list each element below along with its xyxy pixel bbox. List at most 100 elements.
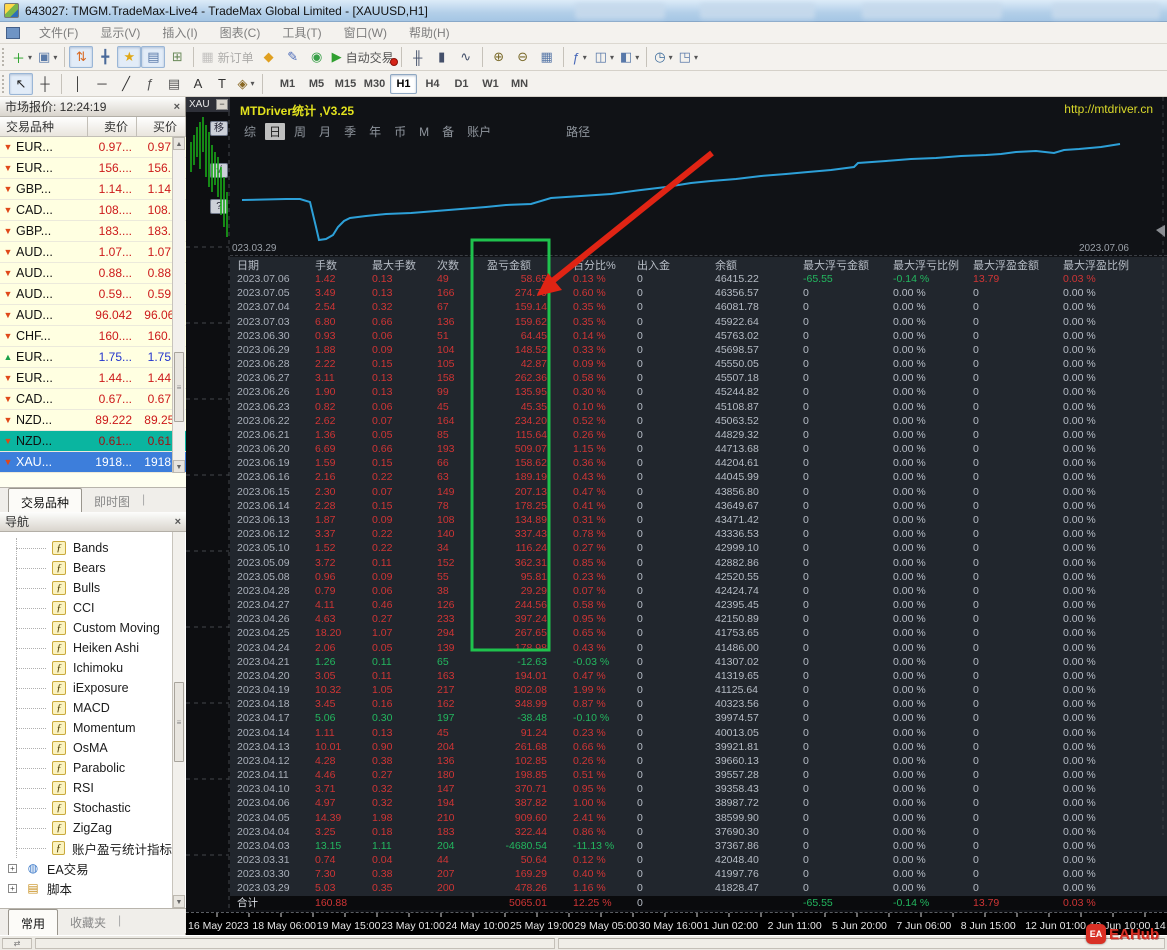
navigator-group-script[interactable]: + ▤ 脚本	[0, 878, 172, 898]
navigator-scrollbar[interactable]: ≡ ▼	[172, 532, 185, 908]
channel-tool-button[interactable]: ▤	[162, 73, 186, 95]
timeframe-mn[interactable]: MN	[506, 74, 533, 94]
navigator-indicator[interactable]: ƒ OsMA	[0, 738, 172, 758]
vertical-line-tool-button[interactable]: │	[66, 73, 90, 95]
menu-item[interactable]: 插入(I)	[151, 26, 208, 40]
terminal-toggle-button[interactable]: ▤	[141, 46, 166, 68]
expand-icon[interactable]: +	[8, 863, 17, 873]
indicator-button-move[interactable]: 移	[210, 121, 228, 136]
metaeditor-button[interactable]: ✎	[281, 46, 305, 68]
column-header-0[interactable]: 交易品种	[0, 117, 88, 137]
new-chart-button[interactable]: ＋ ▾	[9, 46, 35, 68]
data-window-button[interactable]: ╋	[93, 46, 117, 68]
scrollbar-thumb[interactable]: ≡	[174, 682, 184, 762]
timeframe-w1[interactable]: W1	[477, 74, 504, 94]
timeframe-m5[interactable]: M5	[303, 74, 330, 94]
navigator-indicator[interactable]: ƒ Bears	[0, 558, 172, 578]
autotrading-button[interactable]: ▶ 自动交易	[329, 46, 398, 68]
period-button-币[interactable]: 币	[390, 123, 410, 140]
indicator-button-check[interactable]: √	[210, 163, 228, 178]
strategy-tester-button[interactable]: ⊞	[165, 46, 189, 68]
period-button-账户[interactable]: 账户	[463, 123, 495, 140]
scroll-down-icon[interactable]: ▼	[173, 895, 185, 908]
chart-line-button[interactable]: ∿	[454, 46, 478, 68]
menu-item[interactable]: 图表(C)	[209, 26, 272, 40]
navigator-indicator[interactable]: ƒ 账户盈亏统计指标	[0, 838, 172, 858]
arrows-menu-button[interactable]: ◳ ▾	[676, 46, 701, 68]
symbol-row[interactable]: ▼ AUD... 0.88... 0.88...	[0, 263, 186, 284]
tab-常用[interactable]: 常用	[8, 909, 59, 936]
menu-item[interactable]: 帮助(H)	[398, 26, 461, 40]
navigator-indicator[interactable]: ƒ iExposure	[0, 678, 172, 698]
indicator-url[interactable]: http://mtdriver.cn	[1064, 102, 1153, 116]
navigator-indicator[interactable]: ƒ Bands	[0, 538, 172, 558]
column-header-1[interactable]: 卖价	[88, 117, 137, 137]
symbol-row[interactable]: ▼ GBP... 183.... 183....	[0, 221, 186, 242]
menu-item[interactable]: 工具(T)	[271, 26, 332, 40]
trendline-tool-button[interactable]: ╱	[114, 73, 138, 95]
symbol-row[interactable]: ▼ EUR... 1.44... 1.44...	[0, 368, 186, 389]
symbol-row[interactable]: ▼ AUD... 1.07... 1.07...	[0, 242, 186, 263]
column-header-2[interactable]: 买价	[137, 117, 186, 137]
period-button-M[interactable]: M	[415, 125, 433, 139]
signals-button[interactable]: ◉	[305, 46, 329, 68]
navigator-indicator[interactable]: ƒ Ichimoku	[0, 658, 172, 678]
timeframe-m15[interactable]: M15	[332, 74, 359, 94]
menu-item[interactable]: 窗口(W)	[333, 26, 398, 40]
symbol-row[interactable]: ▲ EUR... 1.75... 1.75...	[0, 347, 186, 368]
alerts-button[interactable]: ◷ ▾	[651, 46, 675, 68]
symbol-row[interactable]: ▼ CAD... 108.... 108....	[0, 200, 186, 221]
symbol-row[interactable]: ▼ NZD... 89.222 89.250	[0, 410, 186, 431]
symbol-row[interactable]: ▼ CHF... 160.... 160....	[0, 326, 186, 347]
symbol-row[interactable]: ▼ NZD... 0.61... 0.61...	[0, 431, 186, 452]
scrollbar-thumb[interactable]: ≡	[174, 352, 184, 422]
navigator-indicator[interactable]: ƒ CCI	[0, 598, 172, 618]
timeframe-d1[interactable]: D1	[448, 74, 475, 94]
objects-list-button[interactable]: ◆	[257, 46, 281, 68]
period-button-月[interactable]: 月	[315, 123, 335, 140]
periods-menu-button[interactable]: ◫ ▾	[592, 46, 617, 68]
period-button-季[interactable]: 季	[340, 123, 360, 140]
timeframe-m1[interactable]: M1	[274, 74, 301, 94]
scroll-down-icon[interactable]: ▼	[173, 460, 185, 473]
tile-windows-button[interactable]: ▦	[535, 46, 559, 68]
symbol-row[interactable]: ▼ AUD... 96.042 96.063	[0, 305, 186, 326]
navigator-indicator[interactable]: ƒ Custom Moving	[0, 618, 172, 638]
new-order-button[interactable]: ▦ 新订单	[198, 46, 256, 68]
chart-candles-button[interactable]: ▮	[430, 46, 454, 68]
navigator-indicator[interactable]: ƒ Momentum	[0, 718, 172, 738]
tab-交易品种[interactable]: 交易品种	[8, 488, 83, 515]
symbol-row[interactable]: ▼ CAD... 0.67... 0.67...	[0, 389, 186, 410]
menu-item[interactable]: 显示(V)	[89, 26, 151, 40]
navigator-toggle-button[interactable]: ★	[117, 46, 142, 68]
symbol-row[interactable]: ▼ GBP... 1.14... 1.14...	[0, 179, 186, 200]
period-button-周[interactable]: 周	[290, 123, 310, 140]
indicator-button-help[interactable]: ?	[210, 199, 228, 214]
menu-item[interactable]: 文件(F)	[28, 26, 89, 40]
expand-icon[interactable]: +	[8, 883, 17, 893]
scroll-up-icon[interactable]: ▲	[173, 137, 185, 150]
cursor-tool-button[interactable]: ↖	[9, 72, 33, 95]
shapes-tool-button[interactable]: ◈ ▾	[234, 73, 258, 95]
symbol-row[interactable]: ▼ EUR... 156.... 156....	[0, 158, 186, 179]
period-button-路径[interactable]: 路径	[562, 123, 594, 140]
symbol-row[interactable]: ▼ EUR... 0.97... 0.97...	[0, 137, 186, 158]
timeframe-h1[interactable]: H1	[390, 73, 417, 94]
timeframe-m30[interactable]: M30	[361, 74, 388, 94]
navigator-indicator[interactable]: ƒ Parabolic	[0, 758, 172, 778]
period-button-年[interactable]: 年	[365, 123, 385, 140]
navigator-indicator[interactable]: ƒ Bulls	[0, 578, 172, 598]
tab-收藏夹[interactable]: 收藏夹	[58, 911, 118, 935]
navigator-indicator[interactable]: ƒ RSI	[0, 778, 172, 798]
profiles-button[interactable]: ▣ ▾	[35, 46, 60, 68]
market-watch-toggle-button[interactable]: ⇅	[69, 46, 94, 68]
label-tool-button[interactable]: T	[210, 73, 234, 95]
navigator-group-ea[interactable]: + ◍ EA交易	[0, 858, 172, 878]
minimize-icon[interactable]: −	[216, 99, 228, 110]
symbol-row[interactable]: ▼ XAU... 1918... 1918...	[0, 452, 186, 473]
navigator-indicator[interactable]: ƒ Heiken Ashi	[0, 638, 172, 658]
market-watch-scrollbar[interactable]: ▲ ≡ ▼	[172, 137, 185, 473]
timeframe-h4[interactable]: H4	[419, 74, 446, 94]
text-tool-button[interactable]: A	[186, 73, 210, 95]
horizontal-line-tool-button[interactable]: ─	[90, 73, 114, 95]
